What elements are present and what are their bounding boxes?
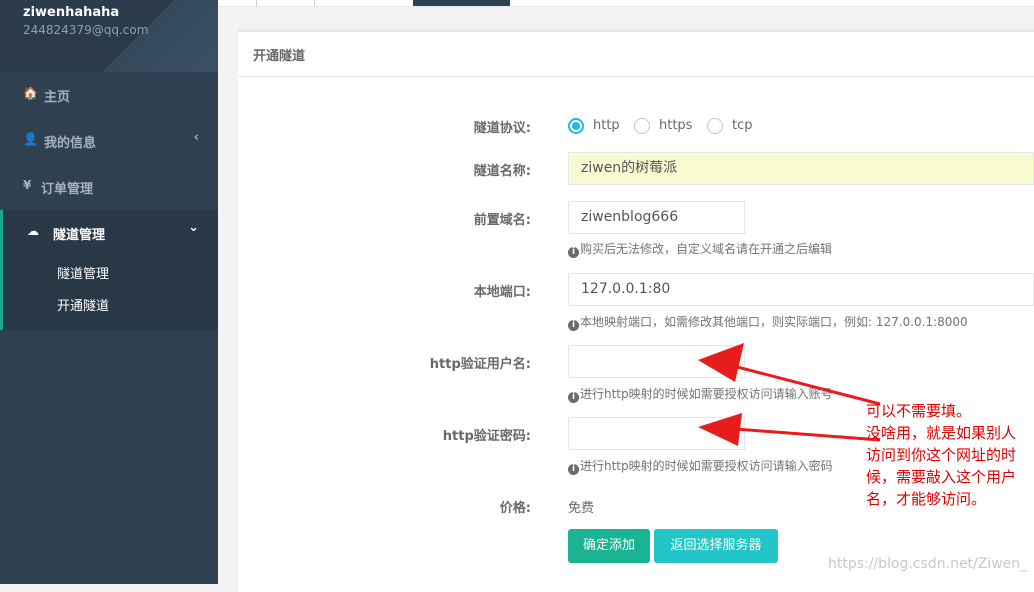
annotation-line: 候，需要敲入这个用户 [866, 468, 1017, 486]
watermark: https://blog.csdn.net/Ziwen_ [828, 556, 1028, 572]
annotation-line: 访问到你这个网址的时 [866, 446, 1017, 464]
annotation-line: 没啥用，就是如果别人 [866, 424, 1017, 442]
annotation-arrowhead [698, 413, 742, 446]
annotation-note: 可以不需要填。 没啥用，就是如果别人 访问到你这个网址的时 候，需要敲入这个用户… [866, 400, 1034, 510]
annotation-arrow [721, 361, 881, 406]
annotation-arrow [721, 426, 881, 442]
annotation-line: 可以不需要填。 [866, 402, 972, 420]
annotation-line: 名，才能够访问。 [866, 490, 987, 508]
annotation-arrowhead [698, 343, 744, 382]
